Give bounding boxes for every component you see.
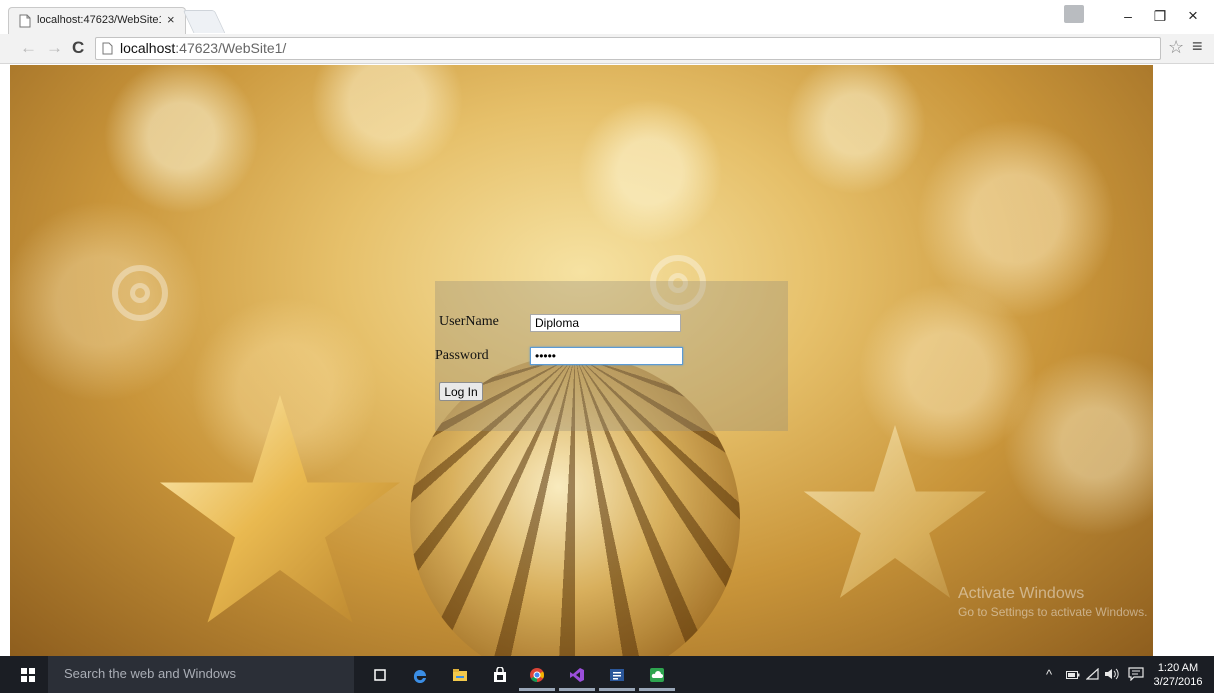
chrome-icon[interactable] bbox=[519, 661, 555, 691]
volume-icon[interactable] bbox=[1104, 668, 1120, 680]
edge-icon[interactable] bbox=[402, 661, 438, 691]
activate-windows-title: Activate Windows bbox=[958, 585, 1085, 602]
url-text: localhost:47623/WebSite1/ bbox=[120, 40, 286, 56]
store-icon[interactable] bbox=[482, 661, 518, 691]
page-background: UserName Password Log In Activate Window… bbox=[10, 65, 1153, 656]
log-in-button[interactable]: Log In bbox=[439, 382, 483, 401]
activate-windows-watermark: Activate Windows Go to Settings to activ… bbox=[958, 585, 1147, 619]
tray-overflow-icon[interactable]: ^ bbox=[1046, 667, 1052, 682]
star-ornament-image bbox=[160, 395, 400, 623]
tab-strip: localhost:47623/WebSite1 × – ❐ × bbox=[0, 0, 1214, 34]
bookmark-star-icon[interactable]: ☆ bbox=[1168, 37, 1184, 58]
action-center-icon[interactable] bbox=[1128, 667, 1144, 681]
clock-date: 3/27/2016 bbox=[1153, 676, 1203, 688]
store-glyph bbox=[494, 667, 506, 682]
menu-icon[interactable]: ≡ bbox=[1192, 36, 1203, 57]
password-input[interactable] bbox=[530, 347, 683, 365]
search-placeholder: Search the web and Windows bbox=[64, 666, 236, 681]
file-explorer-icon[interactable] bbox=[442, 661, 478, 691]
password-label: Password bbox=[435, 348, 489, 363]
start-tile bbox=[29, 676, 35, 682]
windows-taskbar: Search the web and Windows ^ 1:20 AM 3/2… bbox=[0, 656, 1214, 693]
url-path: :47623/WebSite1/ bbox=[175, 40, 287, 56]
login-panel: UserName Password Log In bbox=[435, 281, 788, 431]
wifi-icon[interactable] bbox=[1086, 668, 1100, 680]
username-label: UserName bbox=[439, 314, 499, 329]
watermark-swirl-icon bbox=[112, 265, 168, 321]
page-margin bbox=[0, 65, 10, 656]
onedrive-icon[interactable] bbox=[639, 661, 675, 691]
url-host: localhost bbox=[120, 40, 176, 56]
browser-toolbar: ← → C localhost:47623/WebSite1/ ☆ ≡ bbox=[0, 34, 1214, 64]
taskbar-clock[interactable]: 1:20 AM 3/27/2016 bbox=[1153, 661, 1203, 689]
tab-close-icon[interactable]: × bbox=[167, 12, 175, 27]
clock-time: 1:20 AM bbox=[1157, 662, 1199, 674]
visual-studio-icon[interactable] bbox=[559, 661, 595, 691]
start-tile bbox=[21, 668, 27, 674]
profile-icon[interactable] bbox=[1064, 5, 1084, 23]
reload-icon[interactable]: C bbox=[72, 38, 84, 58]
restore-icon[interactable]: ❐ bbox=[1150, 8, 1170, 25]
edge-glyph bbox=[413, 670, 426, 683]
chrome-glyph bbox=[530, 668, 545, 683]
page-right-margin bbox=[1153, 65, 1214, 656]
battery-icon[interactable] bbox=[1066, 670, 1080, 680]
task-view-glyph bbox=[374, 669, 386, 681]
activate-windows-subtitle: Go to Settings to activate Windows. bbox=[958, 605, 1148, 619]
page-icon bbox=[102, 42, 113, 55]
start-tile bbox=[29, 668, 35, 674]
browser-tab[interactable]: localhost:47623/WebSite1 × bbox=[8, 7, 186, 34]
page-icon bbox=[19, 14, 31, 28]
new-tab-button[interactable] bbox=[182, 10, 226, 33]
taskbar-search-box[interactable]: Search the web and Windows bbox=[48, 656, 354, 693]
word-glyph bbox=[610, 669, 624, 681]
minimize-icon[interactable]: – bbox=[1118, 8, 1138, 24]
start-tile bbox=[21, 676, 27, 682]
folder-glyph bbox=[453, 669, 467, 681]
address-bar[interactable]: localhost:47623/WebSite1/ bbox=[95, 37, 1161, 60]
word-icon[interactable] bbox=[599, 661, 635, 691]
close-window-icon[interactable]: × bbox=[1183, 6, 1203, 26]
task-view-icon[interactable] bbox=[362, 661, 398, 691]
tab-title: localhost:47623/WebSite1 bbox=[37, 14, 161, 26]
forward-icon[interactable]: → bbox=[46, 38, 63, 58]
back-icon[interactable]: ← bbox=[20, 38, 37, 58]
windows-start-icon[interactable] bbox=[21, 668, 35, 682]
vs-glyph bbox=[570, 668, 584, 682]
onedrive-glyph bbox=[650, 668, 664, 682]
username-input[interactable] bbox=[530, 314, 681, 332]
